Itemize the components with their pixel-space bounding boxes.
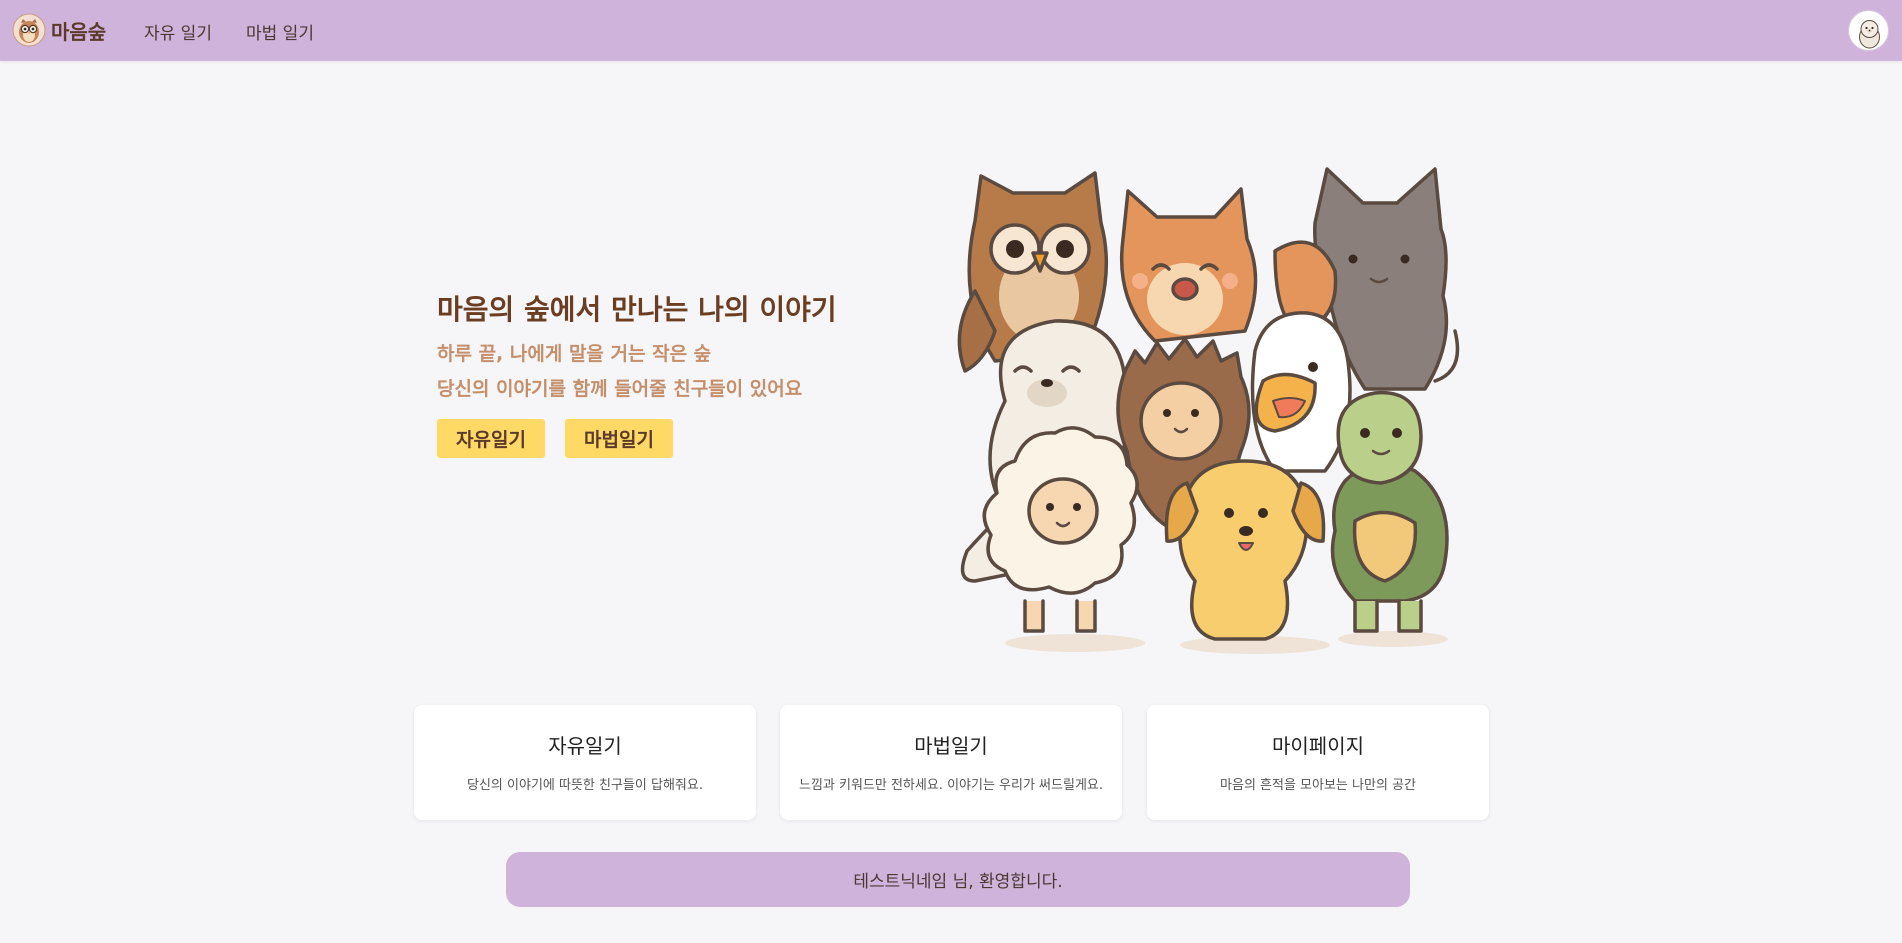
brand-name: 마음숲 <box>51 19 107 44</box>
hero-subtitle-1: 하루 끝, 나에게 말을 거는 작은 숲 <box>437 343 712 365</box>
top-navbar: 마음숲 자유 일기 마법 일기 <box>0 0 1902 61</box>
welcome-message: 테스트닉네임 님, 환영합니다. <box>853 872 1063 892</box>
hero-magic-diary-button[interactable]: 마법일기 <box>565 419 673 458</box>
hero-title: 마음의 숲에서 만나는 나의 이야기 <box>437 293 837 326</box>
nav-magic-diary-link[interactable]: 마법 일기 <box>246 19 314 44</box>
card-title: 마이페이지 <box>1272 734 1364 758</box>
card-title: 마법일기 <box>914 734 988 758</box>
card-title: 자유일기 <box>548 734 622 758</box>
animal-friends-illustration <box>957 167 1460 654</box>
card-description: 마음의 흔적을 모아보는 나만의 공간 <box>1220 778 1416 793</box>
hero-subtitle-2: 당신의 이야기를 함께 들어줄 친구들이 있어요 <box>437 378 803 400</box>
user-avatar-button[interactable] <box>1848 10 1889 51</box>
feature-card-free-diary[interactable]: 자유일기 당신의 이야기에 따뜻한 친구들이 답해줘요. <box>414 705 756 820</box>
brand-home-link[interactable]: 마음숲 <box>12 13 106 47</box>
card-description: 당신의 이야기에 따뜻한 친구들이 답해줘요. <box>467 778 703 793</box>
owl-logo-icon <box>12 13 46 47</box>
feature-card-mypage[interactable]: 마이페이지 마음의 흔적을 모아보는 나만의 공간 <box>1147 705 1489 820</box>
welcome-banner: 테스트닉네임 님, 환영합니다. <box>506 852 1410 907</box>
feature-card-magic-diary[interactable]: 마법일기 느낌과 키워드만 전하세요. 이야기는 우리가 써드릴게요. <box>780 705 1122 820</box>
card-description: 느낌과 키워드만 전하세요. 이야기는 우리가 써드릴게요. <box>798 778 1103 793</box>
seal-avatar-icon <box>1859 20 1880 49</box>
hero-free-diary-button[interactable]: 자유일기 <box>437 419 545 458</box>
nav-free-diary-link[interactable]: 자유 일기 <box>144 19 212 44</box>
hero-section: 마음의 숲에서 만나는 나의 이야기 하루 끝, 나에게 말을 거는 작은 숲 … <box>0 61 1902 661</box>
